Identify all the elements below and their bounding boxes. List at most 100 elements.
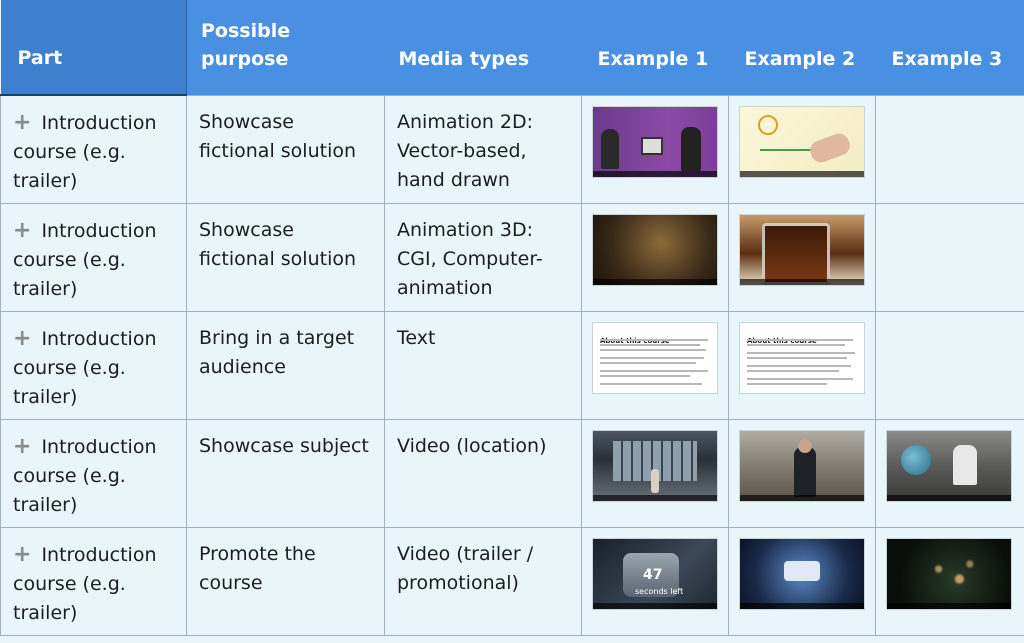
table-row: + Introduction course (e.g. trailer) Show… — [0, 94, 1024, 204]
video-controls-bar[interactable] — [740, 278, 864, 285]
media-type-cell: Text — [384, 310, 582, 420]
text-line — [600, 356, 704, 359]
thumb-heading: About this course — [600, 336, 670, 345]
city-lights — [897, 548, 1001, 599]
text-line — [600, 343, 700, 346]
part-text: Introduction course (e.g. trailer) — [13, 112, 157, 192]
example-cell — [875, 526, 1024, 636]
text-line — [747, 382, 827, 385]
sun-drawing — [758, 114, 778, 135]
example-cell: 47 seconds left — [581, 526, 729, 636]
media-type-cell: Video (trailer / promotional) — [384, 526, 582, 636]
presenter-figure — [794, 446, 816, 497]
example-cell — [581, 202, 729, 312]
media-type-cell: Animation 2D: Vector-based, hand drawn — [384, 94, 582, 204]
header-example-3: Example 3 — [875, 0, 1024, 95]
cgi-equation-thumbnail[interactable] — [593, 214, 717, 285]
example-cell: About this course — [728, 310, 876, 420]
table-row: + Introduction course (e.g. trailer) Brin… — [0, 310, 1024, 420]
person-figure — [953, 444, 977, 485]
plus-icon[interactable]: + — [13, 326, 31, 351]
video-controls-bar[interactable] — [887, 494, 1011, 501]
header-example-1: Example 1 — [581, 0, 729, 95]
purple-animation-thumbnail[interactable] — [593, 106, 717, 177]
example-cell — [728, 418, 876, 528]
watch-caption: seconds left — [635, 586, 684, 596]
header-row: Part Possible purpose Media types Exampl… — [0, 0, 1024, 96]
table-row: + Introduction course (e.g. trailer) Prom… — [0, 526, 1024, 636]
video-controls-bar[interactable] — [740, 494, 864, 501]
example-cell — [581, 418, 729, 528]
part-text: Introduction course (e.g. trailer) — [13, 543, 157, 624]
example-cell-empty — [875, 202, 1024, 312]
hand-drawing — [807, 130, 853, 165]
purpose-cell: Bring in a target audience — [186, 310, 385, 420]
person-figure — [651, 468, 659, 493]
computer-icon — [641, 136, 663, 155]
video-controls-bar[interactable] — [593, 602, 717, 609]
purpose-cell: Promote the course — [186, 526, 385, 636]
text-line — [600, 338, 708, 341]
text-line — [747, 343, 845, 346]
header-example-2: Example 2 — [728, 0, 876, 95]
part-cell: + Introduction course (e.g. trailer) — [0, 310, 187, 420]
presenter-head — [798, 438, 812, 453]
about-this-course-text-thumbnail[interactable]: About this course — [593, 322, 717, 393]
smartwatch-thumbnail[interactable]: 47 seconds left — [593, 538, 717, 609]
about-this-course-text-thumbnail[interactable]: About this course — [740, 322, 864, 393]
example-cell — [875, 418, 1024, 528]
text-line — [600, 348, 706, 351]
purpose-cell: Showcase subject — [186, 418, 385, 528]
part-cell: + Introduction course (e.g. trailer) — [0, 526, 187, 636]
media-examples-table: Part Possible purpose Media types Exampl… — [0, 0, 1024, 636]
media-type-cell: Video (location) — [384, 418, 582, 528]
header-media-types: Media types — [384, 0, 582, 95]
part-cell: + Introduction course (e.g. trailer) — [0, 202, 187, 312]
example-cell: About this course — [581, 310, 729, 420]
plus-icon[interactable]: + — [13, 218, 31, 243]
header-purpose: Possible purpose — [186, 0, 385, 95]
video-controls-bar[interactable] — [593, 170, 717, 177]
hangar-presenter-thumbnail[interactable] — [740, 430, 864, 501]
part-text: Introduction course (e.g. trailer) — [13, 219, 157, 300]
table-row: + Introduction course (e.g. trailer) Show… — [0, 202, 1024, 312]
office-building-thumbnail[interactable] — [593, 430, 717, 501]
device-shape — [784, 560, 820, 581]
example-cell-empty — [875, 310, 1024, 420]
plus-icon[interactable]: + — [13, 110, 31, 135]
factory-globe-thumbnail[interactable] — [887, 430, 1011, 501]
text-line — [747, 338, 853, 341]
plus-icon[interactable]: + — [13, 434, 31, 459]
video-controls-bar[interactable] — [593, 494, 717, 501]
text-line — [600, 369, 708, 372]
example-cell — [581, 94, 729, 204]
whiteboard-drawing-thumbnail[interactable] — [740, 106, 864, 177]
example-cell — [728, 526, 876, 636]
mug-shape — [762, 222, 830, 285]
blue-device-thumbnail[interactable] — [740, 538, 864, 609]
part-cell: + Introduction course (e.g. trailer) — [0, 94, 187, 204]
video-controls-bar[interactable] — [740, 170, 864, 177]
video-controls-bar[interactable] — [887, 602, 1011, 609]
part-text: Introduction course (e.g. trailer) — [13, 435, 157, 516]
video-controls-bar[interactable] — [593, 278, 717, 285]
part-cell: + Introduction course (e.g. trailer) — [0, 418, 187, 528]
example-cell — [728, 202, 876, 312]
plus-icon[interactable]: + — [13, 542, 31, 567]
purpose-cell: Showcase fictional solution — [186, 94, 385, 204]
text-line — [600, 382, 702, 385]
character-figure — [681, 126, 701, 171]
example-cell-empty — [875, 94, 1024, 204]
beer-mug-thumbnail[interactable] — [740, 214, 864, 285]
text-line — [600, 374, 690, 377]
text-line — [747, 377, 853, 380]
part-text: Introduction course (e.g. trailer) — [13, 327, 157, 408]
purpose-cell: Showcase fictional solution — [186, 202, 385, 312]
text-line — [747, 369, 839, 372]
text-line — [747, 351, 855, 354]
media-type-cell: Animation 3D: CGI, Computer-animation — [384, 202, 582, 312]
text-line — [747, 364, 851, 367]
earth-night-thumbnail[interactable] — [887, 538, 1011, 609]
text-line — [747, 356, 847, 359]
video-controls-bar[interactable] — [740, 602, 864, 609]
